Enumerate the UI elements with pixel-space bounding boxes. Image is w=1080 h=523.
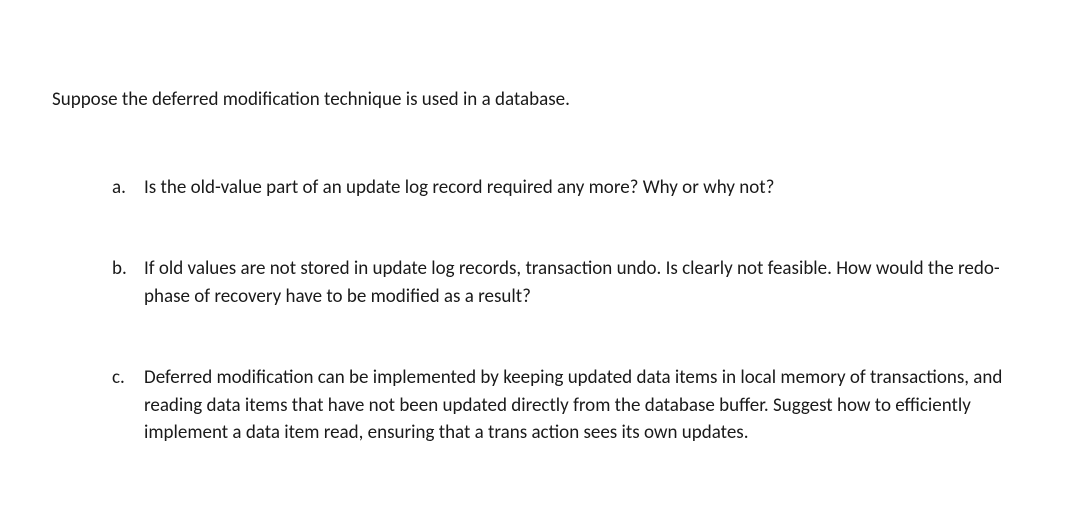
item-marker: b.	[112, 255, 144, 310]
item-marker: a.	[112, 174, 144, 202]
item-text: Deferred modification can be implemented…	[144, 364, 1028, 447]
list-item: c. Deferred modification can be implemen…	[112, 364, 1028, 447]
question-list: a. Is the old-value part of an update lo…	[52, 174, 1028, 447]
item-text: Is the old-value part of an update log r…	[144, 174, 1028, 202]
question-intro: Suppose the deferred modification techni…	[52, 86, 1028, 114]
list-item: a. Is the old-value part of an update lo…	[112, 174, 1028, 202]
item-marker: c.	[112, 364, 144, 447]
list-item: b. If old values are not stored in updat…	[112, 255, 1028, 310]
item-text: If old values are not stored in update l…	[144, 255, 1028, 310]
